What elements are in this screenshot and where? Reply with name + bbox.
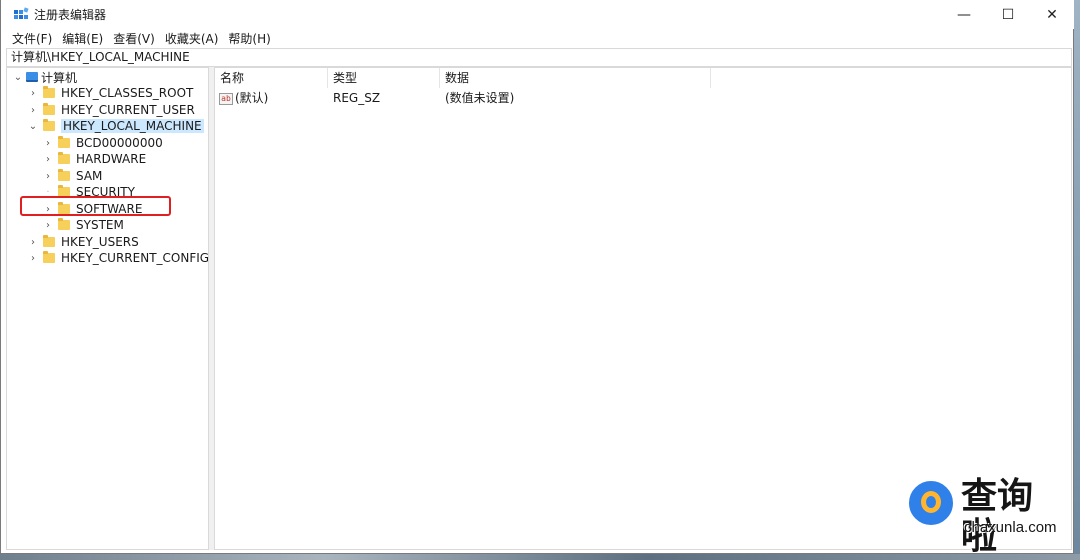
tree-item-label: HKEY_CLASSES_ROOT [61, 86, 194, 100]
registry-editor-icon [14, 7, 29, 19]
menu-bar: 文件(F) 编辑(E) 查看(V) 收藏夹(A) 帮助(H) [1, 29, 1074, 48]
folder-icon [58, 218, 70, 230]
watermark-search-icon [906, 478, 956, 528]
title-bar[interactable]: 注册表编辑器 — ☐ ✕ [1, 0, 1074, 29]
tree-item-label: HARDWARE [76, 152, 147, 166]
folder-icon [58, 169, 70, 181]
tree-item-sam[interactable]: › SAM [42, 168, 102, 184]
tree-item-label-selected: HKEY_LOCAL_MACHINE [61, 119, 204, 133]
menu-edit[interactable]: 编辑(E) [57, 30, 108, 48]
string-value-icon: ab [219, 92, 233, 105]
column-header-data[interactable]: 数据 [440, 68, 711, 88]
value-row-default-data: (数值未设置) [445, 91, 515, 105]
value-row-default-name[interactable]: ab (默认) [219, 89, 268, 107]
tree-item-hkey-classes-root[interactable]: › HKEY_CLASSES_ROOT [27, 85, 193, 101]
tree-item-hkey-current-user[interactable]: › HKEY_CURRENT_USER [27, 102, 195, 118]
value-row-default-type: REG_SZ [333, 91, 381, 105]
computer-icon [26, 72, 38, 82]
tree-item-label: HKEY_USERS [61, 235, 139, 249]
minimize-icon: — [957, 6, 971, 23]
software-highlight-box [20, 196, 171, 216]
folder-icon [43, 235, 55, 247]
chevron-down-icon[interactable]: ⌄ [12, 69, 24, 85]
tree-item-bcd[interactable]: › BCD00000000 [42, 135, 163, 151]
folder-icon [58, 152, 70, 164]
menu-help[interactable]: 帮助(H) [223, 30, 275, 48]
maximize-icon: ☐ [1001, 6, 1015, 23]
address-bar[interactable]: 计算机\HKEY_LOCAL_MACHINE [6, 48, 1072, 67]
chevron-right-icon[interactable]: › [42, 151, 54, 167]
tree-item-hkey-local-machine[interactable]: ⌄ HKEY_LOCAL_MACHINE [27, 118, 204, 134]
chevron-right-icon[interactable]: › [27, 250, 39, 266]
chevron-right-icon[interactable]: › [42, 217, 54, 233]
tree-item-computer[interactable]: ⌄ 计算机 [12, 69, 77, 85]
tree-item-label: HKEY_CURRENT_USER [61, 103, 195, 117]
desktop-background-bottom [0, 554, 1080, 560]
close-button[interactable]: ✕ [1030, 0, 1074, 29]
minimize-button[interactable]: — [942, 0, 986, 29]
tree-item-label: BCD00000000 [76, 136, 163, 150]
chevron-right-icon[interactable]: › [42, 168, 54, 184]
maximize-button[interactable]: ☐ [986, 0, 1030, 29]
window-title: 注册表编辑器 [34, 8, 107, 22]
watermark-title: 查询啦 [961, 476, 1034, 557]
folder-icon [58, 136, 70, 148]
column-header-name[interactable]: 名称 [215, 68, 328, 88]
folder-icon [43, 251, 55, 263]
tree-item-label: SAM [76, 169, 103, 183]
folder-open-icon [43, 119, 55, 131]
registry-editor-window: 注册表编辑器 — ☐ ✕ 文件(F) 编辑(E) 查看(V) 收藏夹(A) 帮助… [0, 0, 1074, 557]
tree-item-label: HKEY_CURRENT_CONFIG [61, 251, 209, 265]
watermark-subtitle: chaxunla.com [964, 519, 1057, 536]
tree-item-hkey-current-config[interactable]: › HKEY_CURRENT_CONFIG [27, 250, 209, 266]
chevron-right-icon[interactable]: › [27, 85, 39, 101]
folder-icon [43, 86, 55, 98]
tree-item-system[interactable]: › SYSTEM [42, 217, 124, 233]
close-icon: ✕ [1046, 6, 1058, 23]
chevron-right-icon[interactable]: › [27, 102, 39, 118]
column-header-type[interactable]: 类型 [328, 68, 440, 88]
tree-item-label: 计算机 [41, 70, 78, 85]
registry-tree[interactable]: ⌄ 计算机 › HKEY_CLASSES_ROOT › HKEY_CURRENT… [6, 67, 209, 550]
tree-item-hkey-users[interactable]: › HKEY_USERS [27, 234, 139, 250]
chevron-right-icon[interactable]: › [42, 135, 54, 151]
watermark-logo: 查询啦 chaxunla.com [906, 475, 1066, 557]
value-name: (默认) [235, 91, 269, 105]
chevron-right-icon[interactable]: › [27, 234, 39, 250]
menu-favorites[interactable]: 收藏夹(A) [160, 30, 224, 48]
folder-icon [43, 103, 55, 115]
desktop-background-right [1074, 0, 1080, 560]
chevron-down-icon[interactable]: ⌄ [27, 118, 39, 134]
tree-item-hardware[interactable]: › HARDWARE [42, 151, 146, 167]
menu-view[interactable]: 查看(V) [108, 30, 160, 48]
menu-file[interactable]: 文件(F) [7, 30, 57, 48]
tree-item-label: SYSTEM [76, 218, 124, 232]
